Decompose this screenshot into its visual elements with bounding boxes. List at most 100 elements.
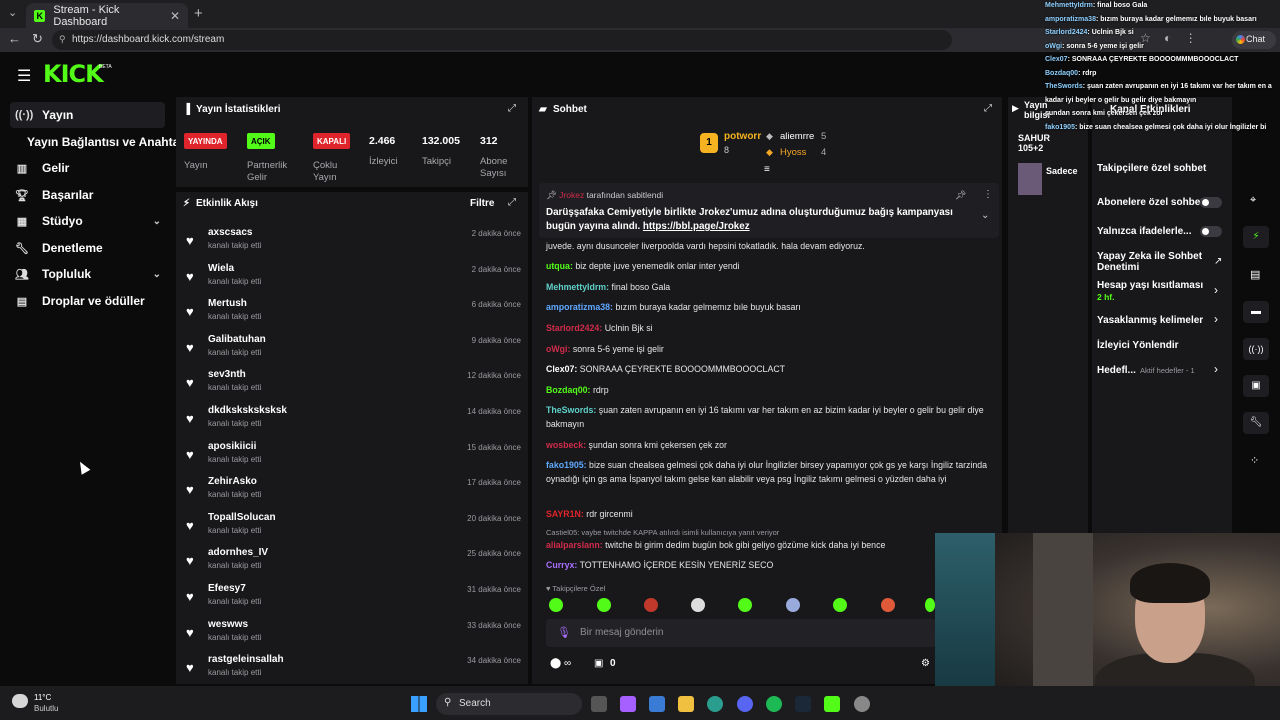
- feed-user[interactable]: Galibatuhan: [208, 334, 266, 345]
- chat-username[interactable]: utqua:: [546, 261, 573, 271]
- feed-user[interactable]: adornhes_IV: [208, 547, 268, 558]
- layout-icon[interactable]: ▣: [1243, 375, 1269, 397]
- emote[interactable]: [597, 598, 611, 612]
- steam-icon[interactable]: [795, 696, 811, 712]
- chat-input[interactable]: Bir mesaj gönderin: [546, 619, 936, 647]
- chat-username[interactable]: Bozdaq00:: [546, 385, 590, 395]
- emote-icon[interactable]: ⬤ ∞: [550, 658, 571, 669]
- broadcast-icon[interactable]: ((·)): [1243, 338, 1269, 360]
- chat-username[interactable]: amporatizma38:: [546, 302, 613, 312]
- feed-user[interactable]: ZehirAsko: [208, 476, 257, 487]
- emote-icon[interactable]: ⁘: [1250, 454, 1259, 467]
- site-info-icon[interactable]: ⚲: [59, 34, 66, 45]
- copilot-icon[interactable]: [620, 696, 636, 712]
- chevron-right-icon[interactable]: ›: [1214, 312, 1218, 326]
- back-icon[interactable]: ←: [8, 31, 21, 46]
- feed-user[interactable]: sev3nth: [208, 369, 246, 380]
- emote-only-toggle[interactable]: [1200, 226, 1222, 237]
- feed-user[interactable]: weswws: [208, 619, 248, 630]
- emote[interactable]: [786, 598, 800, 612]
- more-icon[interactable]: ⋮: [983, 189, 993, 200]
- edge-icon[interactable]: [707, 696, 723, 712]
- emote[interactable]: [881, 598, 895, 612]
- leader-name[interactable]: potworr: [724, 131, 761, 142]
- leader-name[interactable]: aliemrre: [780, 131, 814, 142]
- chat-username[interactable]: alialparslann:: [546, 540, 603, 550]
- windows-start-icon[interactable]: [411, 696, 427, 712]
- feed-user[interactable]: aposikiicii: [208, 441, 256, 452]
- settings-icon[interactable]: [854, 696, 870, 712]
- sidebar-item-basarilar[interactable]: 🏆︎ Başarılar: [10, 182, 165, 208]
- browser-tab[interactable]: K Stream - Kick Dashboard ✕: [26, 3, 188, 28]
- reload-icon[interactable]: ↻: [32, 31, 43, 47]
- emote[interactable]: [925, 598, 935, 612]
- chat-username[interactable]: Starlord2424:: [546, 323, 602, 333]
- feed-user[interactable]: axscsacs: [208, 227, 253, 238]
- feed-user[interactable]: TopallSolucan: [208, 512, 276, 523]
- weather-condition[interactable]: Bulutlu: [34, 704, 58, 713]
- emote[interactable]: [738, 598, 752, 612]
- url-field[interactable]: ⚲ https://dashboard.kick.com/stream: [52, 30, 952, 50]
- sidebar-item-yayin[interactable]: ((·)) Yayın: [10, 102, 165, 128]
- gift-icon[interactable]: ▣: [594, 658, 603, 669]
- folder-icon[interactable]: [678, 696, 694, 712]
- sub-only-toggle[interactable]: [1200, 197, 1222, 208]
- leader-name[interactable]: Hyoss: [780, 147, 806, 158]
- new-tab-icon[interactable]: +: [194, 5, 203, 22]
- chevron-down-icon[interactable]: ⌄: [981, 210, 989, 221]
- expand-icon[interactable]: ⤢: [508, 103, 516, 114]
- account-age-label[interactable]: Hesap yaşı kısıtlaması: [1097, 280, 1203, 291]
- ai-moderation-label[interactable]: Yapay Zeka ile Sohbet Denetimi: [1097, 251, 1207, 273]
- sidebar-item-droplar[interactable]: ▤ Droplar ve ödüller: [10, 288, 165, 314]
- expand-icon[interactable]: ⤢: [508, 197, 516, 208]
- feed-user[interactable]: rastgeleinsallah: [208, 654, 284, 665]
- discord-icon[interactable]: [737, 696, 753, 712]
- emote[interactable]: [691, 598, 705, 612]
- target-icon[interactable]: ⌖: [1250, 194, 1256, 207]
- sidebar-item-gelir[interactable]: ▥ Gelir: [10, 155, 165, 181]
- emote[interactable]: [644, 598, 658, 612]
- chat-username[interactable]: wosbeck:: [546, 440, 586, 450]
- pin-icon[interactable]: 📌︎: [955, 190, 966, 201]
- chat-username[interactable]: TheSwords:: [546, 405, 596, 415]
- goals-label[interactable]: Hedefl...: [1097, 365, 1136, 376]
- store-icon[interactable]: [649, 696, 665, 712]
- chevron-down-icon[interactable]: ⌄: [153, 216, 161, 227]
- emote[interactable]: [833, 598, 847, 612]
- menu-icon[interactable]: ☰: [17, 66, 31, 86]
- weather-temp[interactable]: 11°C: [34, 693, 51, 702]
- browser-toolbar-icons[interactable]: ☆ ◐ ⋮: [1140, 31, 1197, 45]
- bolt-icon[interactable]: ⚡︎: [1243, 226, 1269, 248]
- sidebar-item-studyo[interactable]: ▦ Stüdyo ⌄: [10, 208, 165, 234]
- expand-icon[interactable]: ⤢: [984, 103, 992, 114]
- pinned-link[interactable]: https://bbl.page/Jrokez: [643, 221, 750, 232]
- chat-username[interactable]: Clex07:: [546, 364, 577, 374]
- chat-username[interactable]: oWgi:: [546, 344, 570, 354]
- mic-icon[interactable]: 🎙︎: [557, 626, 571, 639]
- filter-button[interactable]: Filtre: [470, 198, 494, 209]
- gemini-chat-button[interactable]: Chat: [1232, 31, 1276, 49]
- sidebar-item-stream-key[interactable]: Yayın Bağlantısı ve Anahtarı: [27, 135, 187, 149]
- chevron-down-icon[interactable]: ⌄: [153, 269, 161, 280]
- feed-user[interactable]: Wiela: [208, 263, 234, 274]
- sidebar-item-denetleme[interactable]: 🔧︎ Denetleme: [10, 235, 165, 261]
- external-link-icon[interactable]: ↗: [1214, 256, 1222, 267]
- raid-label[interactable]: İzleyici Yönlendir: [1097, 340, 1179, 351]
- spotify-icon[interactable]: [766, 696, 782, 712]
- chat-username[interactable]: SAYR1N:: [546, 509, 584, 519]
- kick-app-icon[interactable]: [824, 696, 840, 712]
- task-view-icon[interactable]: [591, 696, 607, 712]
- tab-search-icon[interactable]: ⌄: [8, 6, 17, 19]
- wrench-icon[interactable]: 🔧︎: [1243, 412, 1269, 434]
- chat-username[interactable]: Curryx:: [546, 560, 577, 570]
- feed-user[interactable]: dkdksksksksksk: [208, 405, 287, 416]
- banned-words-label[interactable]: Yasaklanmış kelimeler: [1097, 315, 1203, 326]
- filter-icon[interactable]: ≡: [764, 164, 770, 175]
- emote[interactable]: [549, 598, 563, 612]
- chat-username[interactable]: MehmettyIdrm:: [546, 282, 609, 292]
- settings-icon[interactable]: ⚙︎: [921, 658, 930, 669]
- close-tab-icon[interactable]: ✕: [170, 9, 180, 23]
- chevron-right-icon[interactable]: ›: [1214, 283, 1218, 297]
- feed-user[interactable]: Efeesy7: [208, 583, 246, 594]
- document-icon[interactable]: ▤: [1250, 268, 1260, 281]
